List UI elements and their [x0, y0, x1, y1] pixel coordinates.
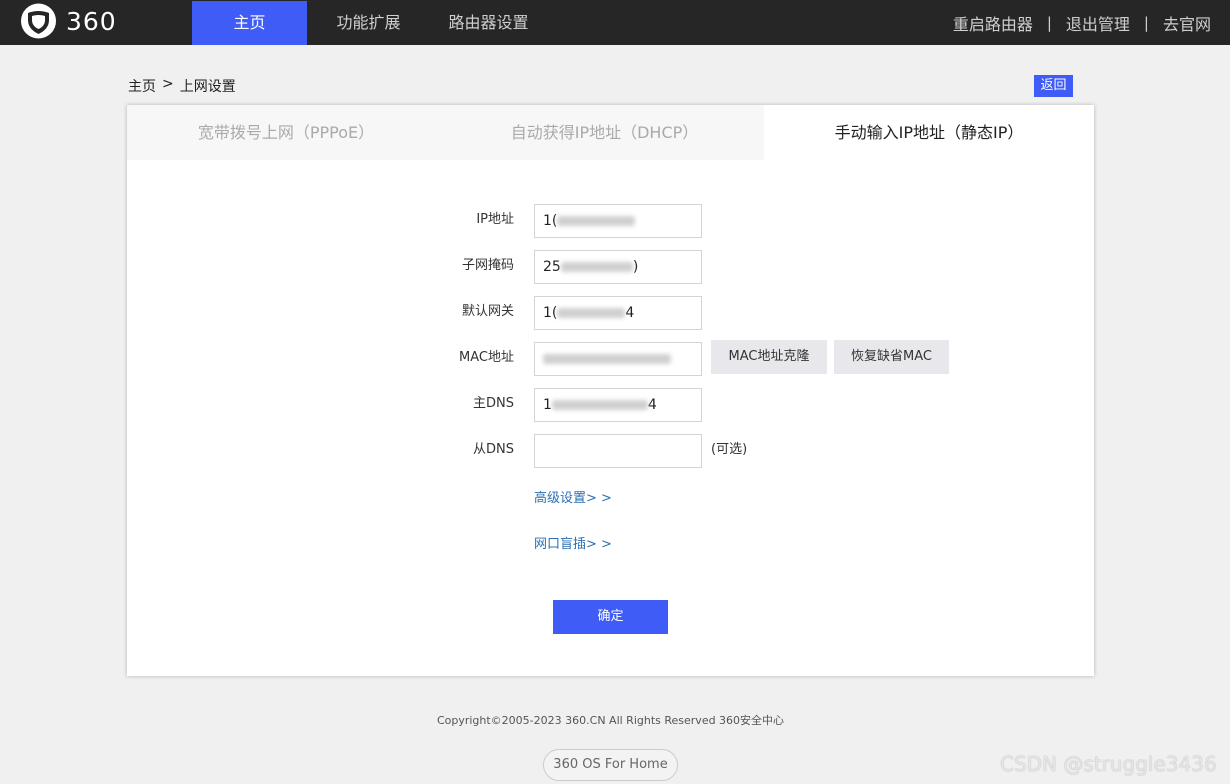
mask-value-prefix: 25 [543, 259, 561, 275]
breadcrumb-sep: > [162, 76, 174, 92]
tab-static-ip[interactable]: 手动输入IP地址（静态IP） [764, 105, 1094, 160]
subnet-mask-label: 子网掩码 [461, 258, 514, 273]
header-right-links: 重启路由器 | 退出管理 | 去官网 [953, 0, 1211, 45]
secondary-dns-label: 从DNS [473, 442, 514, 457]
ip-input[interactable]: 1( [534, 204, 702, 238]
mac-clone-button[interactable]: MAC地址克隆 [711, 340, 827, 374]
redacted-value [557, 308, 626, 318]
tab-pppoe[interactable]: 宽带拨号上网（PPPoE） [127, 105, 445, 160]
ip-label: IP地址 [476, 212, 514, 227]
connection-tabs: 宽带拨号上网（PPPoE） 自动获得IP地址（DHCP） 手动输入IP地址（静态… [127, 105, 1094, 160]
mac-restore-button[interactable]: 恢复缺省MAC [834, 340, 949, 374]
redacted-value [560, 262, 633, 272]
official-site-link[interactable]: 去官网 [1163, 11, 1211, 35]
port-blind-plug-link[interactable]: 网口盲插> > [534, 533, 612, 552]
redacted-value [557, 216, 636, 226]
separator: | [1143, 13, 1149, 32]
mac-label: MAC地址 [459, 350, 514, 365]
os-badge: 360 OS For Home [543, 749, 678, 781]
ip-value-prefix: 1( [543, 213, 558, 229]
primary-dns-label: 主DNS [473, 396, 514, 411]
watermark: CSDN @struggle3436 [1000, 752, 1217, 776]
mac-input[interactable] [534, 342, 702, 376]
gateway-value-suffix: 4 [625, 305, 635, 321]
subnet-mask-input[interactable]: 25) [534, 250, 702, 284]
top-bar: 360 主页 功能扩展 路由器设置 重启路由器 | 退出管理 | 去官网 [0, 0, 1230, 45]
logo[interactable]: 360 [20, 3, 140, 39]
main-nav: 主页 功能扩展 路由器设置 [192, 1, 547, 45]
mask-value-suffix: ) [632, 259, 639, 275]
redacted-value [543, 354, 671, 364]
separator: | [1046, 13, 1052, 32]
logo-text: 360 [66, 7, 117, 36]
dns1-value-suffix: 4 [647, 397, 657, 413]
nav-home[interactable]: 主页 [192, 1, 307, 45]
settings-card: 宽带拨号上网（PPPoE） 自动获得IP地址（DHCP） 手动输入IP地址（静态… [127, 105, 1094, 676]
breadcrumb: 主页 > 上网设置 [128, 76, 236, 96]
gateway-value-prefix: 1( [543, 305, 558, 321]
nav-extensions[interactable]: 功能扩展 [307, 1, 430, 45]
logout-link[interactable]: 退出管理 [1066, 11, 1130, 35]
breadcrumb-current: 上网设置 [179, 79, 236, 95]
copyright: Copyright©2005-2023 360.CN All Rights Re… [436, 714, 785, 727]
optional-hint: (可选) [711, 442, 748, 457]
redacted-value [551, 400, 648, 410]
reboot-router-link[interactable]: 重启路由器 [953, 11, 1033, 35]
gateway-label: 默认网关 [461, 304, 514, 319]
advanced-settings-link[interactable]: 高级设置> > [534, 487, 612, 506]
shield-logo-icon [21, 3, 56, 39]
dns1-value-prefix: 1 [543, 397, 552, 413]
tab-dhcp[interactable]: 自动获得IP地址（DHCP） [445, 105, 764, 160]
primary-dns-input[interactable]: 14 [534, 388, 702, 422]
breadcrumb-home[interactable]: 主页 [128, 76, 156, 96]
gateway-input[interactable]: 1( 4 [534, 296, 702, 330]
secondary-dns-input[interactable] [534, 434, 702, 468]
confirm-button[interactable]: 确定 [553, 600, 668, 634]
back-button[interactable]: 返回 [1034, 75, 1073, 97]
nav-router-settings[interactable]: 路由器设置 [430, 1, 547, 45]
